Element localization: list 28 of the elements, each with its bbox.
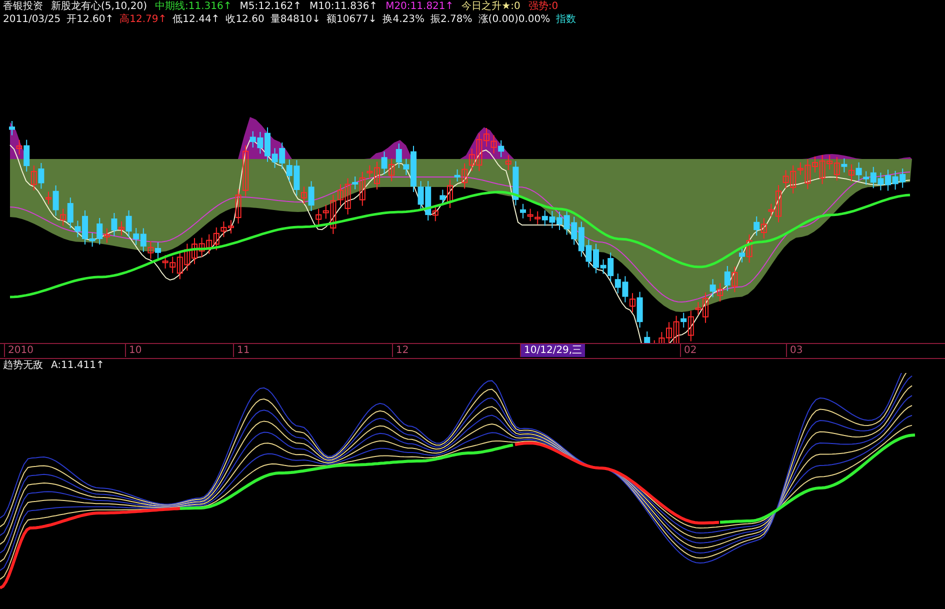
date-axis-label: 10 [125, 344, 145, 357]
quote-label: 指数 [556, 14, 576, 26]
quote-label: M20:11.821↑ [386, 1, 454, 13]
date-axis-label: 11 [233, 344, 253, 357]
quote-label: 高12.79↑ [120, 14, 167, 26]
quote-label: 强势:0 [528, 1, 558, 13]
quote-label: 香银投资 [3, 1, 43, 13]
quote-label: 额10677↓ [326, 14, 377, 26]
quote-label: 今日之升★:0 [462, 1, 520, 13]
quote-label: 涨(0.00)0.00% [478, 14, 550, 26]
indicator-reading: A:11.411↑ [51, 360, 104, 372]
quote-label: M5:12.162↑ [240, 1, 302, 13]
quote-label: 量84810↓ [270, 14, 321, 26]
quote-label: 新股龙有心(5,10,20) [51, 1, 147, 13]
indicator-title: 趋势无敌 [3, 360, 43, 372]
quote-label: M10:11.836↑ [309, 1, 378, 13]
date-axis-label: 2010 [4, 344, 36, 357]
quote-label: 中期线:11.316↑ [154, 1, 232, 13]
quote-label: 开12.60↑ [66, 14, 114, 26]
quote-label: 收12.60 [226, 14, 264, 26]
quote-label: 换4.23% [382, 14, 425, 26]
date-axis-label: 10/12/29,三 [520, 344, 586, 357]
quote-label: 振2.78% [430, 14, 472, 26]
quote-label: 2011/03/25 [3, 14, 61, 26]
date-axis-label: 03 [786, 344, 806, 357]
date-axis-label: 02 [680, 344, 700, 357]
quote-label: 低12.44↑ [172, 14, 220, 26]
date-axis-label: 12 [392, 344, 412, 357]
